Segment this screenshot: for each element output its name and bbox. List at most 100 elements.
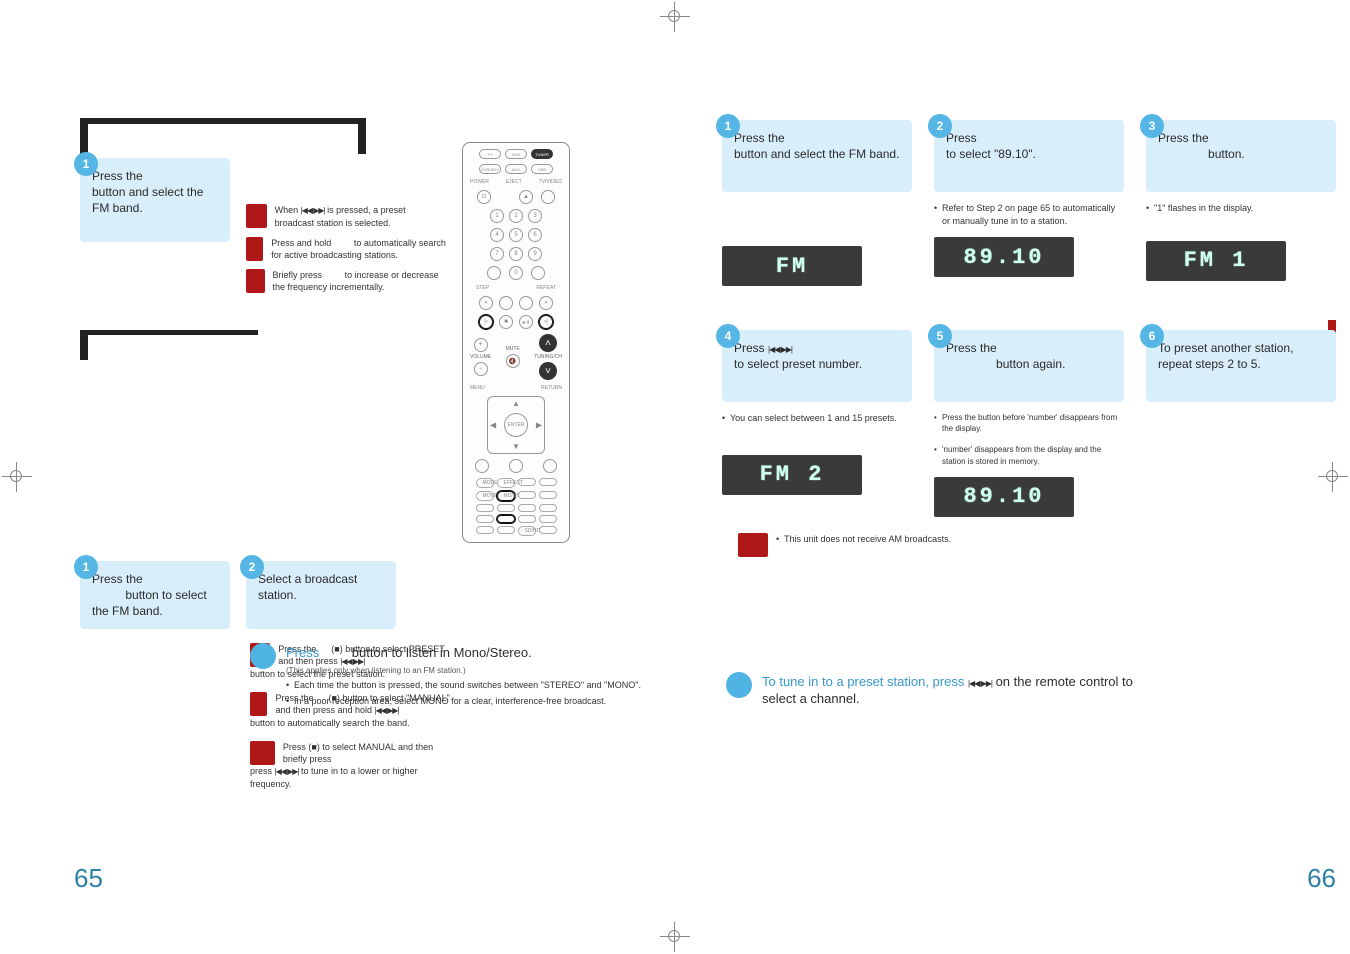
remote-btn-tuner: TUNER: [531, 149, 553, 159]
r-step6-box: To preset another station, repeat steps …: [1146, 330, 1336, 402]
remote-label-return: RETURN: [541, 385, 562, 391]
step2b-text: Select a broadcast station.: [258, 572, 357, 602]
step1-box: Press the button and select the FM band.: [80, 158, 230, 242]
am-note: This unit does not receive AM broadcasts…: [776, 533, 951, 546]
remote-btn-dvd: DVD: [505, 149, 527, 159]
remote-rew-icon: «: [479, 296, 493, 310]
remote-vol-up-icon: +: [474, 338, 488, 352]
step2b-box: Select a broadcast station.: [246, 561, 396, 629]
remote-label-step: STEP: [476, 285, 489, 291]
lcd-display: 89.10: [934, 477, 1074, 517]
lcd-display: 89.10: [934, 237, 1074, 277]
arrow-left-icon: ◀: [490, 421, 496, 430]
remote-label-volume: VOLUME: [470, 354, 491, 360]
remote-power-icon: ⏻: [477, 190, 491, 204]
remote-label-tvvideo: TV/VIDEO: [539, 179, 562, 185]
remote-label-mute: MUTE: [506, 346, 520, 352]
icon-indicator: [738, 533, 768, 557]
lcd-display: FM 2: [722, 455, 862, 495]
seek-icon: |◀◀ ▶▶|: [968, 679, 992, 688]
step1-number: 1: [74, 152, 98, 176]
remote-btn-info: [475, 459, 489, 473]
r-step3-a: Press the: [1158, 131, 1209, 145]
r-step5-a: Press the: [946, 341, 997, 355]
seek-icon: |◀◀ ▶▶|: [768, 345, 792, 354]
icon-indicator: [246, 237, 263, 261]
remote-label-eject: EJECT: [506, 179, 522, 185]
footer-b2: In a poor reception area, select MONO fo…: [286, 695, 641, 708]
arrow-down-icon: ▼: [512, 442, 520, 451]
remote-next-icon: ›|: [539, 315, 553, 329]
footer-heading-r: To tune in to a preset station, press |◀…: [762, 674, 1166, 708]
r-step2-box: Press to select "89.10".: [934, 120, 1124, 192]
icon-indicator: [246, 204, 267, 228]
remote-btn-audio: [509, 459, 523, 473]
remote-btn-sub: [543, 459, 557, 473]
crop-mark-bottom: [660, 922, 690, 952]
r-step3-b: button.: [1208, 147, 1245, 161]
remote-label-power: POWER: [470, 179, 489, 185]
sub-b-tail: button to automatically search the band.: [250, 717, 450, 729]
remote-btn: [499, 296, 513, 310]
footer-bullet-icon: [726, 672, 752, 698]
r-step5-b1: Press the button before 'number' disappe…: [934, 412, 1124, 434]
footer-sub: (This applies only when listening to an …: [286, 666, 641, 675]
r-step1-box: Press the button and select the FM band.: [722, 120, 912, 192]
lcd-display: FM 1: [1146, 241, 1286, 281]
remote-numpad: 123 456 789: [490, 209, 542, 261]
footer-bullet-icon: [250, 643, 276, 669]
remote-label-menu: MENU: [470, 385, 485, 391]
r-step6-num: 6: [1140, 324, 1164, 348]
remote-btn: [519, 296, 533, 310]
page-number-right: 66: [1307, 863, 1336, 894]
seek-icon: |◀◀ ▶▶|: [275, 767, 299, 776]
r-step2-b1: Refer to Step 2 on page 65 to automatica…: [934, 202, 1124, 227]
step1b-box: Press the button to select the FM band.: [80, 561, 230, 629]
arrow-right-icon: ▶: [536, 421, 542, 430]
footer-heading: Press button to listen in Mono/Stereo.: [286, 645, 641, 662]
r-step4-b1: You can select between 1 and 15 presets.: [722, 412, 912, 425]
icon-indicator: [246, 269, 265, 293]
r-step3-b1: "1" flashes in the display.: [1146, 202, 1336, 215]
remote-btn-aux: AUX: [505, 164, 527, 174]
crop-mark-left: [2, 462, 32, 492]
r-step5-b2: 'number' disappears from the display and…: [934, 444, 1124, 466]
r-step4-b: to select preset number.: [734, 357, 862, 371]
step1b-text-b: button to select the FM band.: [92, 588, 207, 618]
remote-btn-pgm: [487, 266, 501, 280]
r-step2-num: 2: [928, 114, 952, 138]
crop-mark-top: [660, 2, 690, 32]
remote-dpad: ▲ ▼ ◀ ▶ ENTER: [487, 396, 545, 454]
r-step1-a: Press the: [734, 131, 785, 145]
remote-play-icon: ▸॥: [519, 315, 533, 329]
r-step3-num: 3: [1140, 114, 1164, 138]
page-right: Press the button and select the FM band.…: [710, 120, 1340, 834]
remote-label-repeat: REPEAT: [536, 285, 556, 291]
remote-vol-down-icon: −: [474, 362, 488, 376]
remote-bottom-grid: MODEEFFECT MOVIEMO/ST SD/HD: [476, 478, 557, 536]
r-step1-num: 1: [716, 114, 740, 138]
remote-btn-tv: TV: [479, 149, 501, 159]
page-left: Press the button and select the FM band.…: [80, 120, 710, 834]
step1-text-b: button and select the FM band.: [92, 185, 203, 215]
r-step1-b: button and select the FM band.: [734, 147, 899, 161]
lcd-display: FM: [722, 246, 862, 286]
remote-btn: [541, 190, 555, 204]
step1-text-a: Press the: [92, 169, 143, 183]
sub-c-tail: press |◀◀ ▶▶| to tune in to a lower or h…: [250, 765, 450, 790]
r-step4-box: Press |◀◀ ▶▶| to select preset number.: [722, 330, 912, 402]
r-step3-box: Press the button.: [1146, 120, 1336, 192]
remote-stop-icon: ■: [499, 315, 513, 329]
remote-btn-cancel: [531, 266, 545, 280]
step1b-text-a: Press the: [92, 572, 143, 586]
footer-right: To tune in to a preset station, press |◀…: [726, 674, 1166, 708]
step2b-number: 2: [240, 555, 264, 579]
r-step2-b: to select "89.10".: [946, 147, 1036, 161]
remote-diagram: TV DVD TUNER D.READY AUX USB POWER EJECT…: [462, 142, 570, 543]
seek-icon: |◀◀ ▶▶|: [301, 206, 325, 215]
remote-fwd-icon: »: [539, 296, 553, 310]
r-step5-b: button again.: [996, 357, 1065, 371]
remote-tune-up-icon: ˄: [539, 334, 557, 352]
icon-indicator: [250, 741, 275, 765]
remote-label-tuning: TUNING/CH: [534, 354, 562, 360]
